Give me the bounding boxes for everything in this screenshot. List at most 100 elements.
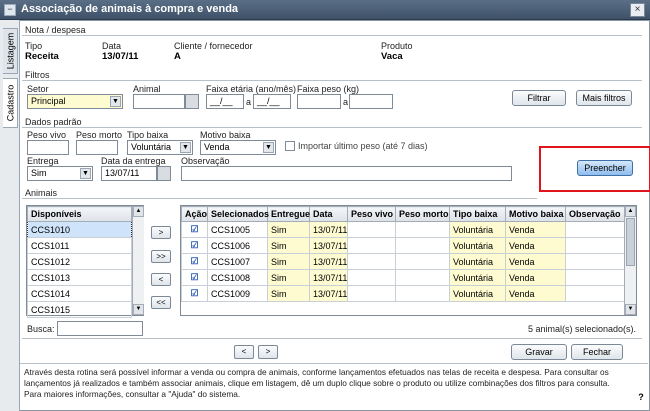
list-item[interactable]: CCS1010 xyxy=(27,221,132,238)
peso-morto-cell[interactable] xyxy=(395,269,450,286)
calendar-button[interactable] xyxy=(157,166,171,181)
list-item[interactable]: CCS1013 xyxy=(27,269,132,286)
faixa-etaria-from[interactable]: __/__ xyxy=(206,94,244,109)
motivo-cell[interactable]: Venda xyxy=(505,269,566,286)
entregue-cell[interactable]: Sim xyxy=(267,269,310,286)
column-header[interactable]: Selecionados xyxy=(207,206,269,222)
column-header[interactable]: Peso morto xyxy=(395,206,450,222)
selecionados-scrollbar[interactable]: ▲ ▼ xyxy=(624,206,636,315)
column-header[interactable]: Data xyxy=(309,206,348,222)
close-button[interactable]: × xyxy=(630,3,645,17)
peso-vivo-cell[interactable] xyxy=(347,237,396,254)
list-item[interactable]: CCS1014 xyxy=(27,285,132,302)
mais-filtros-button[interactable]: Mais filtros xyxy=(576,90,632,106)
motivo-cell[interactable]: Venda xyxy=(505,221,566,238)
row-checkbox[interactable]: ☑ xyxy=(181,237,208,254)
peso-morto-cell[interactable] xyxy=(395,253,450,270)
observacao-cell[interactable] xyxy=(565,269,625,286)
peso-morto-cell[interactable] xyxy=(395,221,450,238)
move-left-button[interactable]: < xyxy=(151,273,171,286)
setor-select[interactable]: Principal ▼ xyxy=(27,94,123,109)
disponiveis-scrollbar[interactable]: ▲ ▼ xyxy=(132,206,144,315)
animal-lookup-button[interactable] xyxy=(185,94,199,109)
faixa-peso-from[interactable] xyxy=(297,94,341,109)
column-header[interactable]: Motivo baixa xyxy=(505,206,566,222)
entregue-cell[interactable]: Sim xyxy=(267,237,310,254)
move-all-left-button[interactable]: << xyxy=(151,296,171,309)
data-cell[interactable]: 13/07/11 xyxy=(309,221,348,238)
scroll-down-icon[interactable]: ▼ xyxy=(625,304,636,315)
observacao-cell[interactable] xyxy=(565,285,625,302)
entregue-cell[interactable]: Sim xyxy=(267,221,310,238)
motivo-baixa-select[interactable]: Venda ▼ xyxy=(200,140,276,155)
tipo-baixa-cell[interactable]: Voluntária xyxy=(449,221,506,238)
move-all-right-button[interactable]: >> xyxy=(151,250,171,263)
importar-checkbox[interactable] xyxy=(285,141,295,151)
entregue-cell[interactable]: Sim xyxy=(267,253,310,270)
tab-cadastro[interactable]: Cadastro xyxy=(3,78,18,128)
table-row[interactable]: ☑ CCS1007 Sim 13/07/11 Voluntária Venda xyxy=(181,253,625,270)
peso-vivo-cell[interactable] xyxy=(347,221,396,238)
row-checkbox[interactable]: ☑ xyxy=(181,269,208,286)
peso-morto-cell[interactable] xyxy=(395,237,450,254)
help-icon[interactable]: ? xyxy=(634,392,648,406)
peso-vivo-input[interactable] xyxy=(27,140,69,155)
scroll-down-icon[interactable]: ▼ xyxy=(133,304,144,315)
column-header[interactable]: Observação xyxy=(565,206,625,222)
peso-vivo-cell[interactable] xyxy=(347,269,396,286)
table-row[interactable]: ☑ CCS1008 Sim 13/07/11 Voluntária Venda xyxy=(181,269,625,286)
tipo-baixa-cell[interactable]: Voluntária xyxy=(449,237,506,254)
column-header[interactable]: Peso vivo xyxy=(347,206,396,222)
previous-button[interactable]: < xyxy=(234,345,254,359)
table-row[interactable]: ☑ CCS1005 Sim 13/07/11 Voluntária Venda xyxy=(181,221,625,238)
gravar-button[interactable]: Gravar xyxy=(511,344,567,360)
column-header[interactable]: Tipo baixa xyxy=(449,206,506,222)
tipo-baixa-cell[interactable]: Voluntária xyxy=(449,285,506,302)
table-row[interactable]: ☑ CCS1006 Sim 13/07/11 Voluntária Venda xyxy=(181,237,625,254)
tipo-baixa-select[interactable]: Voluntária ▼ xyxy=(127,140,193,155)
list-item[interactable]: CCS1011 xyxy=(27,237,132,254)
data-cell[interactable]: 13/07/11 xyxy=(309,269,348,286)
observacao-cell[interactable] xyxy=(565,253,625,270)
filtrar-button[interactable]: Filtrar xyxy=(512,90,566,106)
tab-listagem[interactable]: Listagem xyxy=(3,28,18,74)
scroll-up-icon[interactable]: ▲ xyxy=(133,206,144,217)
busca-input[interactable] xyxy=(57,321,143,336)
data-cell[interactable]: 13/07/11 xyxy=(309,237,348,254)
next-button[interactable]: > xyxy=(258,345,278,359)
tipo-baixa-cell[interactable]: Voluntária xyxy=(449,253,506,270)
table-row[interactable]: ☑ CCS1009 Sim 13/07/11 Voluntária Venda xyxy=(181,285,625,302)
observacao-cell[interactable] xyxy=(565,221,625,238)
row-checkbox[interactable]: ☑ xyxy=(181,221,208,238)
data-cell[interactable]: 13/07/11 xyxy=(309,285,348,302)
window-menu-icon[interactable]: − xyxy=(4,4,16,16)
motivo-cell[interactable]: Venda xyxy=(505,253,566,270)
column-header[interactable]: Ação xyxy=(181,206,208,222)
scroll-thumb[interactable] xyxy=(626,218,635,266)
scroll-up-icon[interactable]: ▲ xyxy=(625,206,636,217)
preencher-button[interactable]: Preencher xyxy=(577,160,633,176)
peso-vivo-cell[interactable] xyxy=(347,253,396,270)
list-item[interactable]: CCS1012 xyxy=(27,253,132,270)
data-cell[interactable]: 13/07/11 xyxy=(309,253,348,270)
observacao-cell[interactable] xyxy=(565,237,625,254)
fechar-button[interactable]: Fechar xyxy=(571,344,623,360)
tipo-baixa-cell[interactable]: Voluntária xyxy=(449,269,506,286)
faixa-peso-to[interactable] xyxy=(349,94,393,109)
faixa-etaria-to[interactable]: __/__ xyxy=(253,94,291,109)
peso-morto-cell[interactable] xyxy=(395,285,450,302)
data-entrega-input[interactable]: 13/07/11 xyxy=(101,166,157,181)
peso-vivo-cell[interactable] xyxy=(347,285,396,302)
selecionados-grid[interactable]: Ação Selecionados Entregue Data Peso viv… xyxy=(180,205,637,316)
row-checkbox[interactable]: ☑ xyxy=(181,253,208,270)
motivo-cell[interactable]: Venda xyxy=(505,285,566,302)
row-checkbox[interactable]: ☑ xyxy=(181,285,208,302)
entregue-cell[interactable]: Sim xyxy=(267,285,310,302)
move-right-button[interactable]: > xyxy=(151,226,171,239)
observacao-input[interactable] xyxy=(181,166,512,181)
disponiveis-list[interactable]: Disponíveis CCS1010 CCS1011 CCS1012 CCS1… xyxy=(26,205,144,318)
animal-input[interactable] xyxy=(133,94,185,109)
peso-morto-input[interactable] xyxy=(76,140,118,155)
column-header[interactable]: Entregue xyxy=(267,206,310,222)
list-item[interactable]: CCS1015 xyxy=(27,301,132,318)
